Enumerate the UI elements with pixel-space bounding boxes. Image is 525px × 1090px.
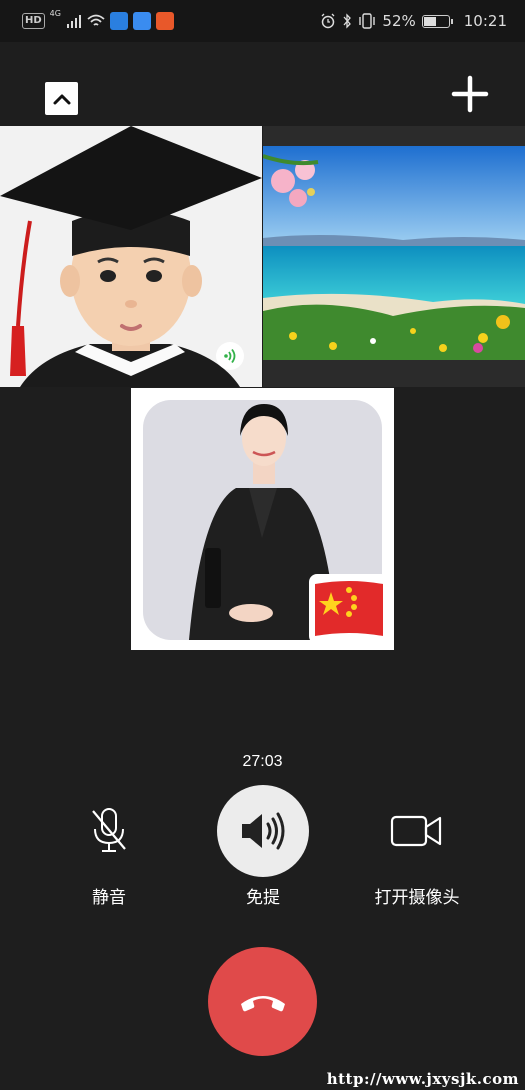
mute-label: 静音 [92, 888, 126, 908]
participant-tile-seascape[interactable] [263, 126, 525, 387]
participant-video-seascape [263, 126, 525, 387]
video-camera-icon [390, 815, 442, 847]
speaker-label: 免提 [246, 888, 280, 908]
mute-button-icon[interactable] [63, 785, 155, 877]
speaking-icon [224, 348, 236, 364]
camera-button[interactable]: 打开摄像头 [337, 785, 497, 908]
camera-label: 打开摄像头 [374, 888, 460, 908]
status-left: HD 4G [22, 10, 174, 32]
speaker-icon [242, 812, 285, 850]
watermark: http://www.jxysjk.com [326, 1070, 519, 1088]
hd-badge: HD [22, 13, 45, 29]
microphone-off-icon [92, 808, 126, 852]
battery-icon [421, 14, 453, 28]
participant-tile-boy[interactable] [0, 126, 262, 387]
app-icon-1 [109, 12, 128, 30]
bluetooth-icon [343, 13, 352, 29]
speaking-indicator [216, 342, 244, 370]
wifi-icon [87, 14, 105, 26]
vibrate-icon [359, 13, 376, 29]
network-type: 4G [49, 9, 61, 18]
speaker-button[interactable]: 免提 [183, 785, 343, 908]
alarm-icon [321, 13, 335, 29]
add-participant-button[interactable] [449, 73, 491, 115]
phone-hangup-icon [240, 995, 285, 1011]
chevron-up-icon [53, 94, 70, 104]
collapse-button[interactable] [45, 82, 78, 115]
participant-tile-woman[interactable] [131, 388, 394, 650]
battery-percent: 52% [382, 12, 416, 30]
app-icon-2 [132, 12, 151, 30]
signal-icon [66, 15, 81, 28]
mute-button[interactable]: 静音 [29, 785, 189, 908]
china-flag-icon [309, 574, 389, 644]
hangup-button[interactable] [208, 947, 317, 1056]
clock: 10:21 [463, 12, 507, 30]
camera-button-icon[interactable] [371, 785, 463, 877]
status-bar: HD 4G 52% 10:21 [0, 0, 525, 42]
status-right: 52% 10:21 [320, 10, 507, 32]
app-icon-3 [155, 12, 174, 30]
plus-icon [451, 75, 489, 113]
speaker-button-icon[interactable] [217, 785, 309, 877]
call-timer: 27:03 [242, 753, 283, 770]
